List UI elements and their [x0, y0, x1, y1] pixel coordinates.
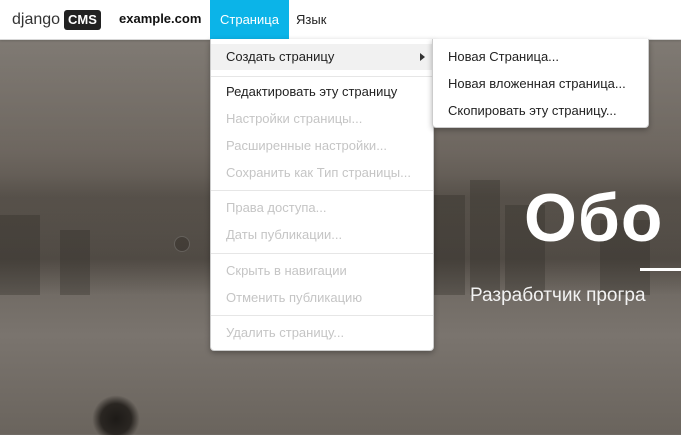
hero-title: Обо [524, 180, 664, 256]
hero-subtitle: Разработчик програ [470, 285, 646, 306]
copy-page-item[interactable]: Скопировать эту страницу... [433, 97, 648, 124]
hero-divider [640, 268, 681, 271]
page-settings-item[interactable]: Настройки страницы... [211, 106, 433, 132]
new-page-item[interactable]: Новая Страница... [433, 43, 648, 70]
permissions-item[interactable]: Права доступа... [211, 195, 433, 221]
site-name-link[interactable]: example.com [119, 11, 201, 26]
page-menu-dropdown: Создать страницу Редактировать эту стран… [210, 39, 434, 351]
menu-divider [211, 253, 433, 254]
edit-page-item[interactable]: Редактировать эту страницу [211, 79, 433, 105]
new-subpage-item[interactable]: Новая вложенная страница... [433, 70, 648, 97]
logo-cms-badge: CMS [64, 10, 101, 30]
buoy [174, 236, 190, 252]
menu-divider [211, 315, 433, 316]
submenu-arrow-icon [420, 53, 425, 61]
delete-page-item[interactable]: Удалить страницу... [211, 320, 433, 346]
logo-django-text: django [12, 11, 61, 28]
create-page-submenu: Новая Страница... Новая вложенная страни… [432, 39, 649, 128]
django-cms-logo[interactable]: django CMS [12, 9, 101, 31]
advanced-settings-item[interactable]: Расширенные настройки... [211, 133, 433, 159]
rock [92, 395, 140, 435]
create-page-label: Создать страницу [226, 49, 335, 64]
hide-in-navigation-item[interactable]: Скрыть в навигации [211, 258, 433, 284]
create-page-item[interactable]: Создать страницу [211, 44, 433, 70]
menu-page[interactable]: Страница [210, 0, 289, 39]
publish-dates-item[interactable]: Даты публикации... [211, 222, 433, 248]
cms-toolbar: django CMS example.com Страница Язык [0, 0, 681, 40]
menu-divider [211, 76, 433, 77]
menu-divider [211, 190, 433, 191]
unpublish-item[interactable]: Отменить публикацию [211, 285, 433, 311]
menu-language[interactable]: Язык [286, 0, 336, 39]
save-as-page-type-item[interactable]: Сохранить как Тип страницы... [211, 160, 433, 186]
